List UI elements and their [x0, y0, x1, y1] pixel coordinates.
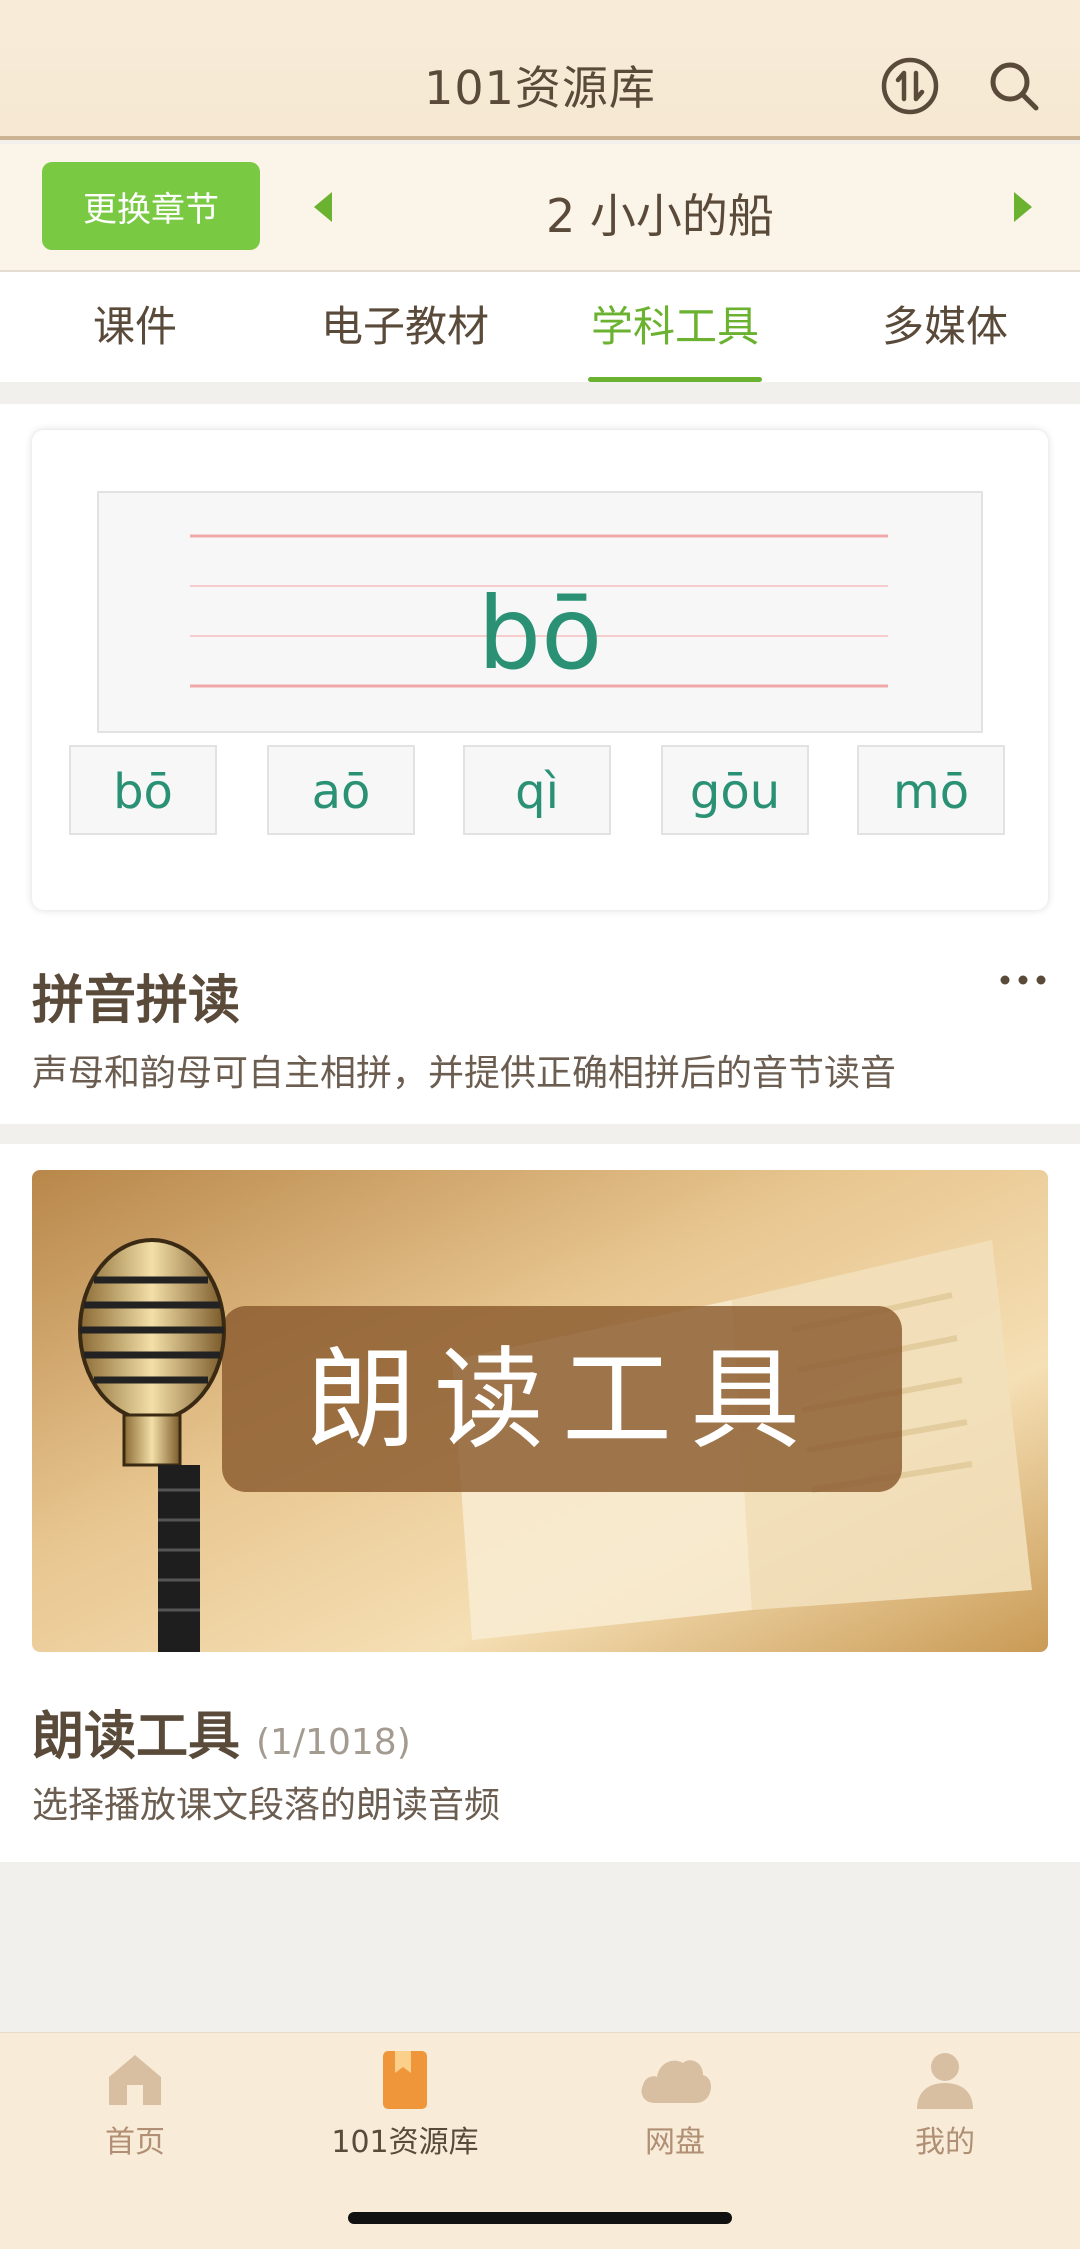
card-title: 朗读工具 (1/1018)	[32, 1694, 411, 1769]
tab-courseware[interactable]: 课件	[0, 272, 270, 382]
home-icon	[109, 2055, 161, 2105]
tabbar-label: 101资源库	[331, 2125, 479, 2160]
category-tabs: 课件 电子教材 学科工具 多媒体	[0, 272, 1080, 382]
app-header: 101资源库	[0, 0, 1080, 140]
syllable-item: mō	[893, 764, 969, 820]
user-icon	[917, 2053, 973, 2109]
card-description: 选择播放课文段落的朗读音频	[32, 1785, 501, 1826]
syllable-list: bō aō qì gōu mō	[69, 745, 1005, 835]
tabbar-label: 我的	[915, 2125, 975, 2160]
cloud-icon	[641, 2060, 711, 2103]
tabbar-label: 首页	[105, 2125, 165, 2160]
pinyin-preview-image[interactable]: bō bō aō qì gōu mō	[32, 430, 1048, 910]
card-title: 拼音拼读	[32, 971, 241, 1031]
home-indicator	[348, 2212, 732, 2224]
syllable-item: aō	[312, 764, 371, 820]
chapter-bar: 更换章节 2 小小的船	[0, 144, 1080, 272]
tab-e-textbook[interactable]: 电子教材	[270, 272, 540, 382]
tabbar-label: 网盘	[645, 2125, 705, 2160]
resource-count: (1/1018)	[256, 1722, 411, 1763]
tool-card-reading[interactable]: 朗读工具 朗读工具 (1/1018) 选择播放课文段落的朗读音频	[0, 1144, 1080, 1862]
tool-card-pinyin[interactable]: bō bō aō qì gōu mō 拼音拼读 声母和韵母可自主相拼，并提供正确…	[0, 404, 1080, 1124]
chapter-title: 2 小小的船	[546, 189, 774, 243]
tab-multimedia[interactable]: 多媒体	[810, 272, 1080, 382]
main-syllable: bō	[478, 575, 603, 692]
tabbar-item-me[interactable]: 我的	[810, 2047, 1080, 2161]
tabbar-item-home[interactable]: 首页	[0, 2047, 270, 2161]
search-icon[interactable]	[984, 56, 1044, 116]
next-chapter-icon[interactable]	[1010, 190, 1036, 224]
reading-banner-image[interactable]: 朗读工具	[32, 1170, 1048, 1652]
more-icon[interactable]	[998, 970, 1048, 990]
syllable-item: gōu	[690, 764, 780, 820]
syllable-item: bō	[113, 764, 173, 820]
card-description: 声母和韵母可自主相拼，并提供正确相拼后的音节读音	[32, 1053, 897, 1094]
change-chapter-button[interactable]: 更换章节	[42, 162, 260, 250]
syllable-item: qì	[515, 764, 559, 820]
card-title-text: 朗读工具	[32, 1707, 241, 1767]
switch-icon[interactable]	[880, 56, 940, 116]
tab-subject-tools[interactable]: 学科工具	[540, 272, 810, 382]
library-icon	[383, 2051, 427, 2109]
tabbar-item-library[interactable]: 101资源库	[270, 2047, 540, 2161]
previous-chapter-icon[interactable]	[310, 190, 336, 224]
tabbar-item-cloud[interactable]: 网盘	[540, 2047, 810, 2161]
banner-title: 朗读工具	[306, 1336, 818, 1464]
